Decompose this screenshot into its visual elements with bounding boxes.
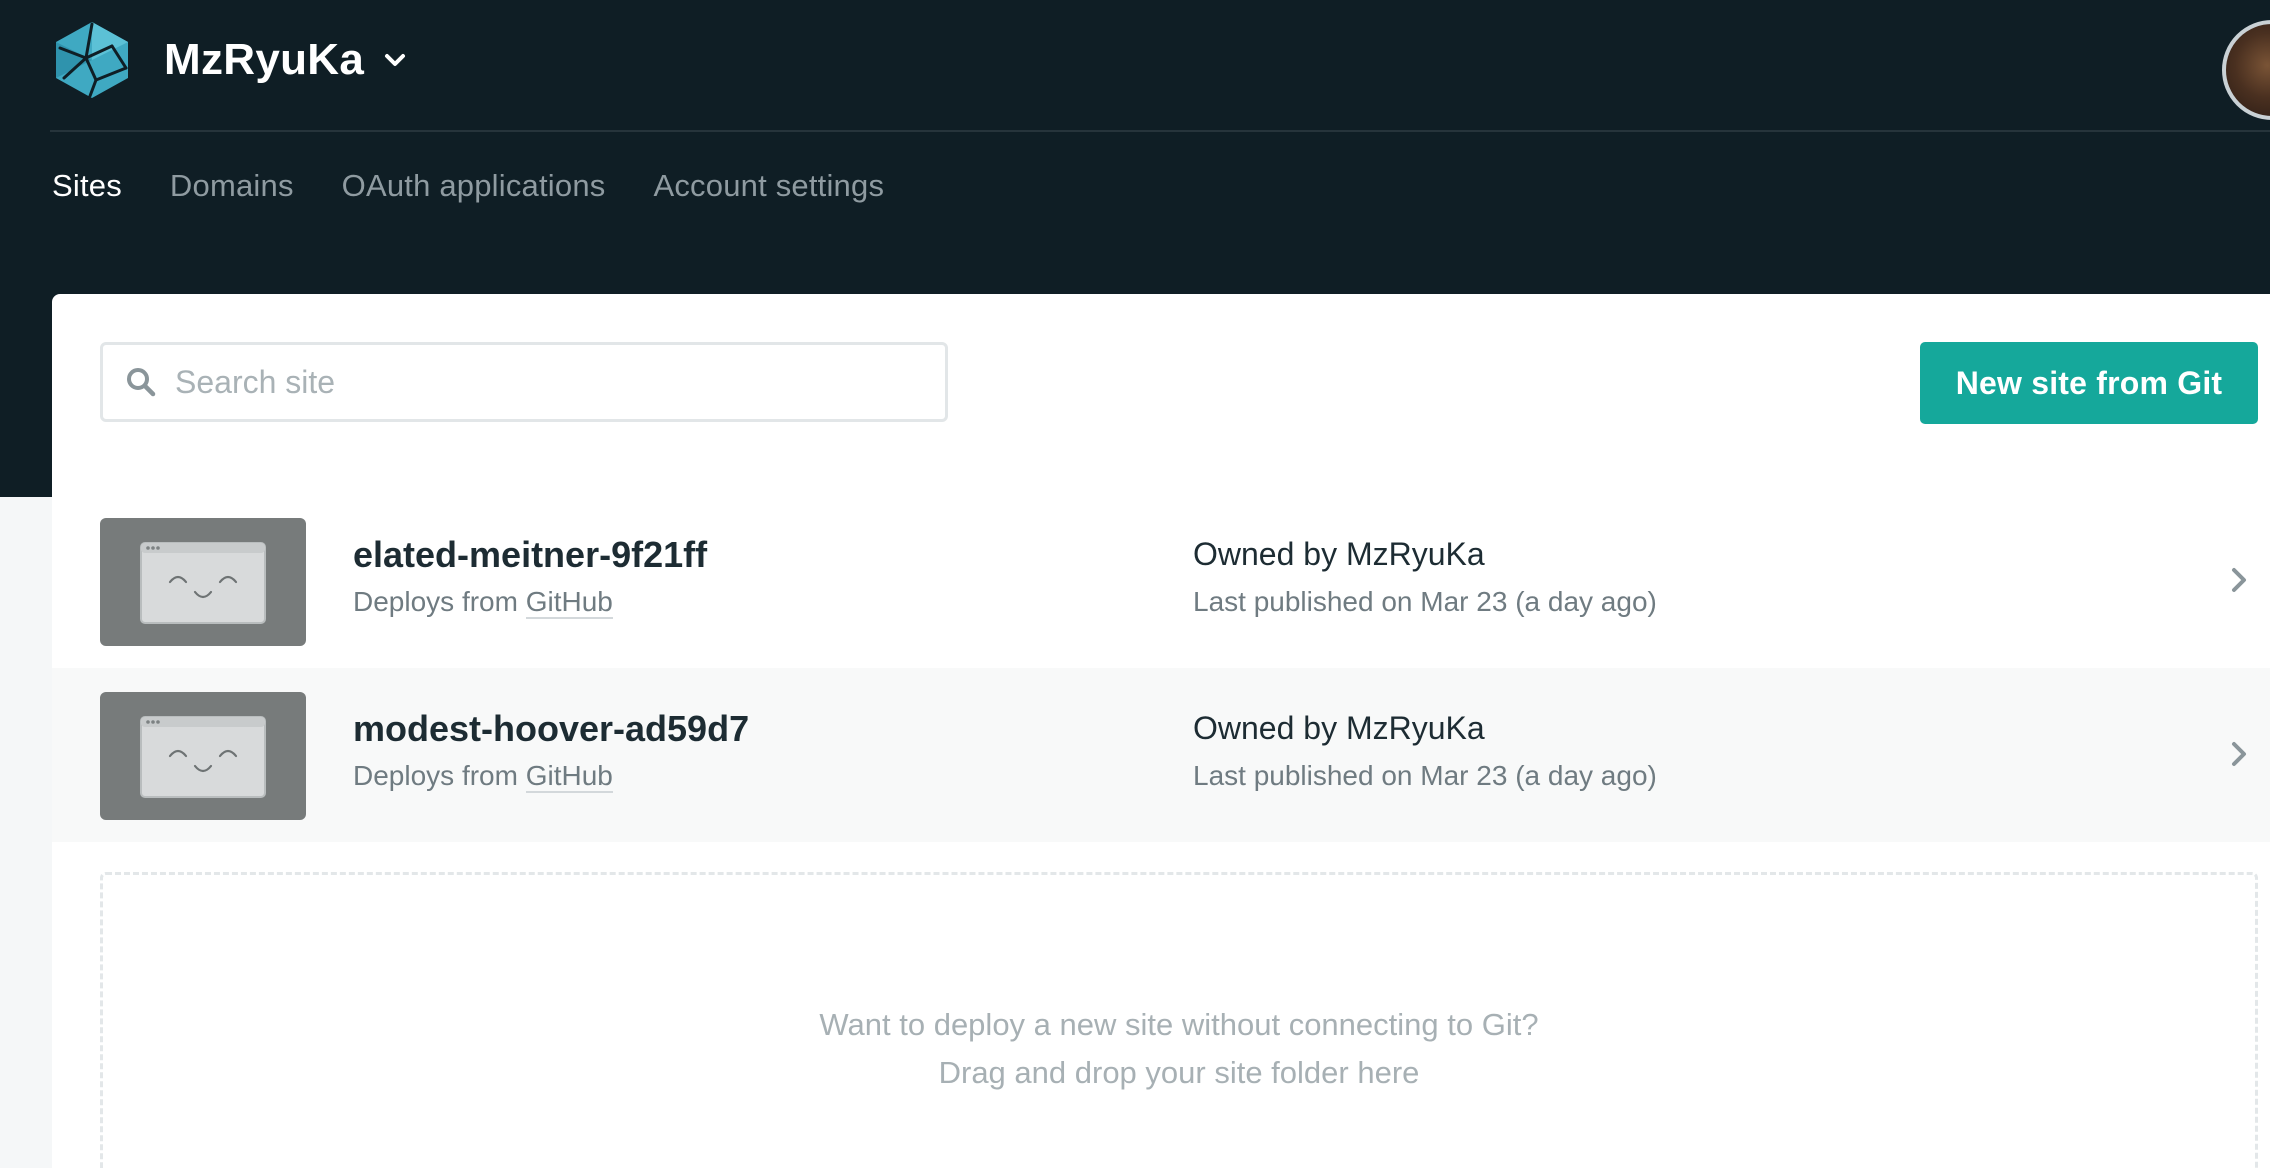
owner-name: MzRyuKa <box>1345 710 1485 746</box>
deploys-prefix: Deploys from <box>353 760 526 791</box>
netlify-logo-icon <box>56 22 128 98</box>
last-published: Last published on Mar 23 (a day ago) <box>1193 760 1657 791</box>
main-nav: Sites Domains OAuth applications Account… <box>52 168 884 204</box>
drag-drop-zone[interactable]: Want to deploy a new site without connec… <box>100 872 2258 1168</box>
owner-prefix: Owned by <box>1193 536 1346 572</box>
owner-prefix: Owned by <box>1193 710 1346 746</box>
dropzone-instruction: Drag and drop your site folder here <box>938 1055 1420 1090</box>
site-owner: Owned by MzRyuKa <box>1193 536 1485 573</box>
tab-domains[interactable]: Domains <box>170 168 294 204</box>
team-name[interactable]: MzRyuKa <box>164 35 364 85</box>
site-name[interactable]: modest-hoover-ad59d7 <box>353 708 749 750</box>
last-published: Last published on Mar 23 (a day ago) <box>1193 586 1657 617</box>
chevron-right-icon[interactable] <box>2228 738 2250 770</box>
user-avatar[interactable] <box>2222 20 2270 120</box>
owner-name: MzRyuKa <box>1345 536 1485 572</box>
search-icon <box>127 368 156 397</box>
search-field[interactable] <box>100 342 948 422</box>
site-row[interactable]: elated-meitner-9f21ff Deploys from GitHu… <box>52 494 2270 668</box>
new-site-from-git-button[interactable]: New site from Git <box>1920 342 2258 424</box>
search-input[interactable] <box>175 363 935 401</box>
header-divider <box>50 130 2270 132</box>
chevron-right-icon[interactable] <box>2228 564 2250 596</box>
team-switcher[interactable]: MzRyuKa <box>50 18 408 102</box>
deploys-prefix: Deploys from <box>353 586 526 617</box>
site-thumbnail <box>100 692 306 820</box>
dropzone-prompt: Want to deploy a new site without connec… <box>819 1007 1539 1042</box>
site-owner: Owned by MzRyuKa <box>1193 710 1485 747</box>
tab-oauth-applications[interactable]: OAuth applications <box>342 168 606 204</box>
site-name[interactable]: elated-meitner-9f21ff <box>353 534 707 576</box>
github-link[interactable]: GitHub <box>525 760 613 793</box>
site-deploy-source: Deploys from GitHub <box>353 586 613 619</box>
smiley-browser-icon <box>140 716 266 798</box>
site-thumbnail <box>100 518 306 646</box>
site-row[interactable]: modest-hoover-ad59d7 Deploys from GitHub… <box>52 668 2270 842</box>
smiley-browser-icon <box>140 542 266 624</box>
sites-panel: New site from Git elated-meitner-9f21ff … <box>52 294 2270 1168</box>
github-link[interactable]: GitHub <box>525 586 613 619</box>
site-deploy-source: Deploys from GitHub <box>353 760 613 793</box>
tab-account-settings[interactable]: Account settings <box>653 168 884 204</box>
tab-sites[interactable]: Sites <box>52 168 122 204</box>
chevron-down-icon[interactable] <box>382 47 408 73</box>
